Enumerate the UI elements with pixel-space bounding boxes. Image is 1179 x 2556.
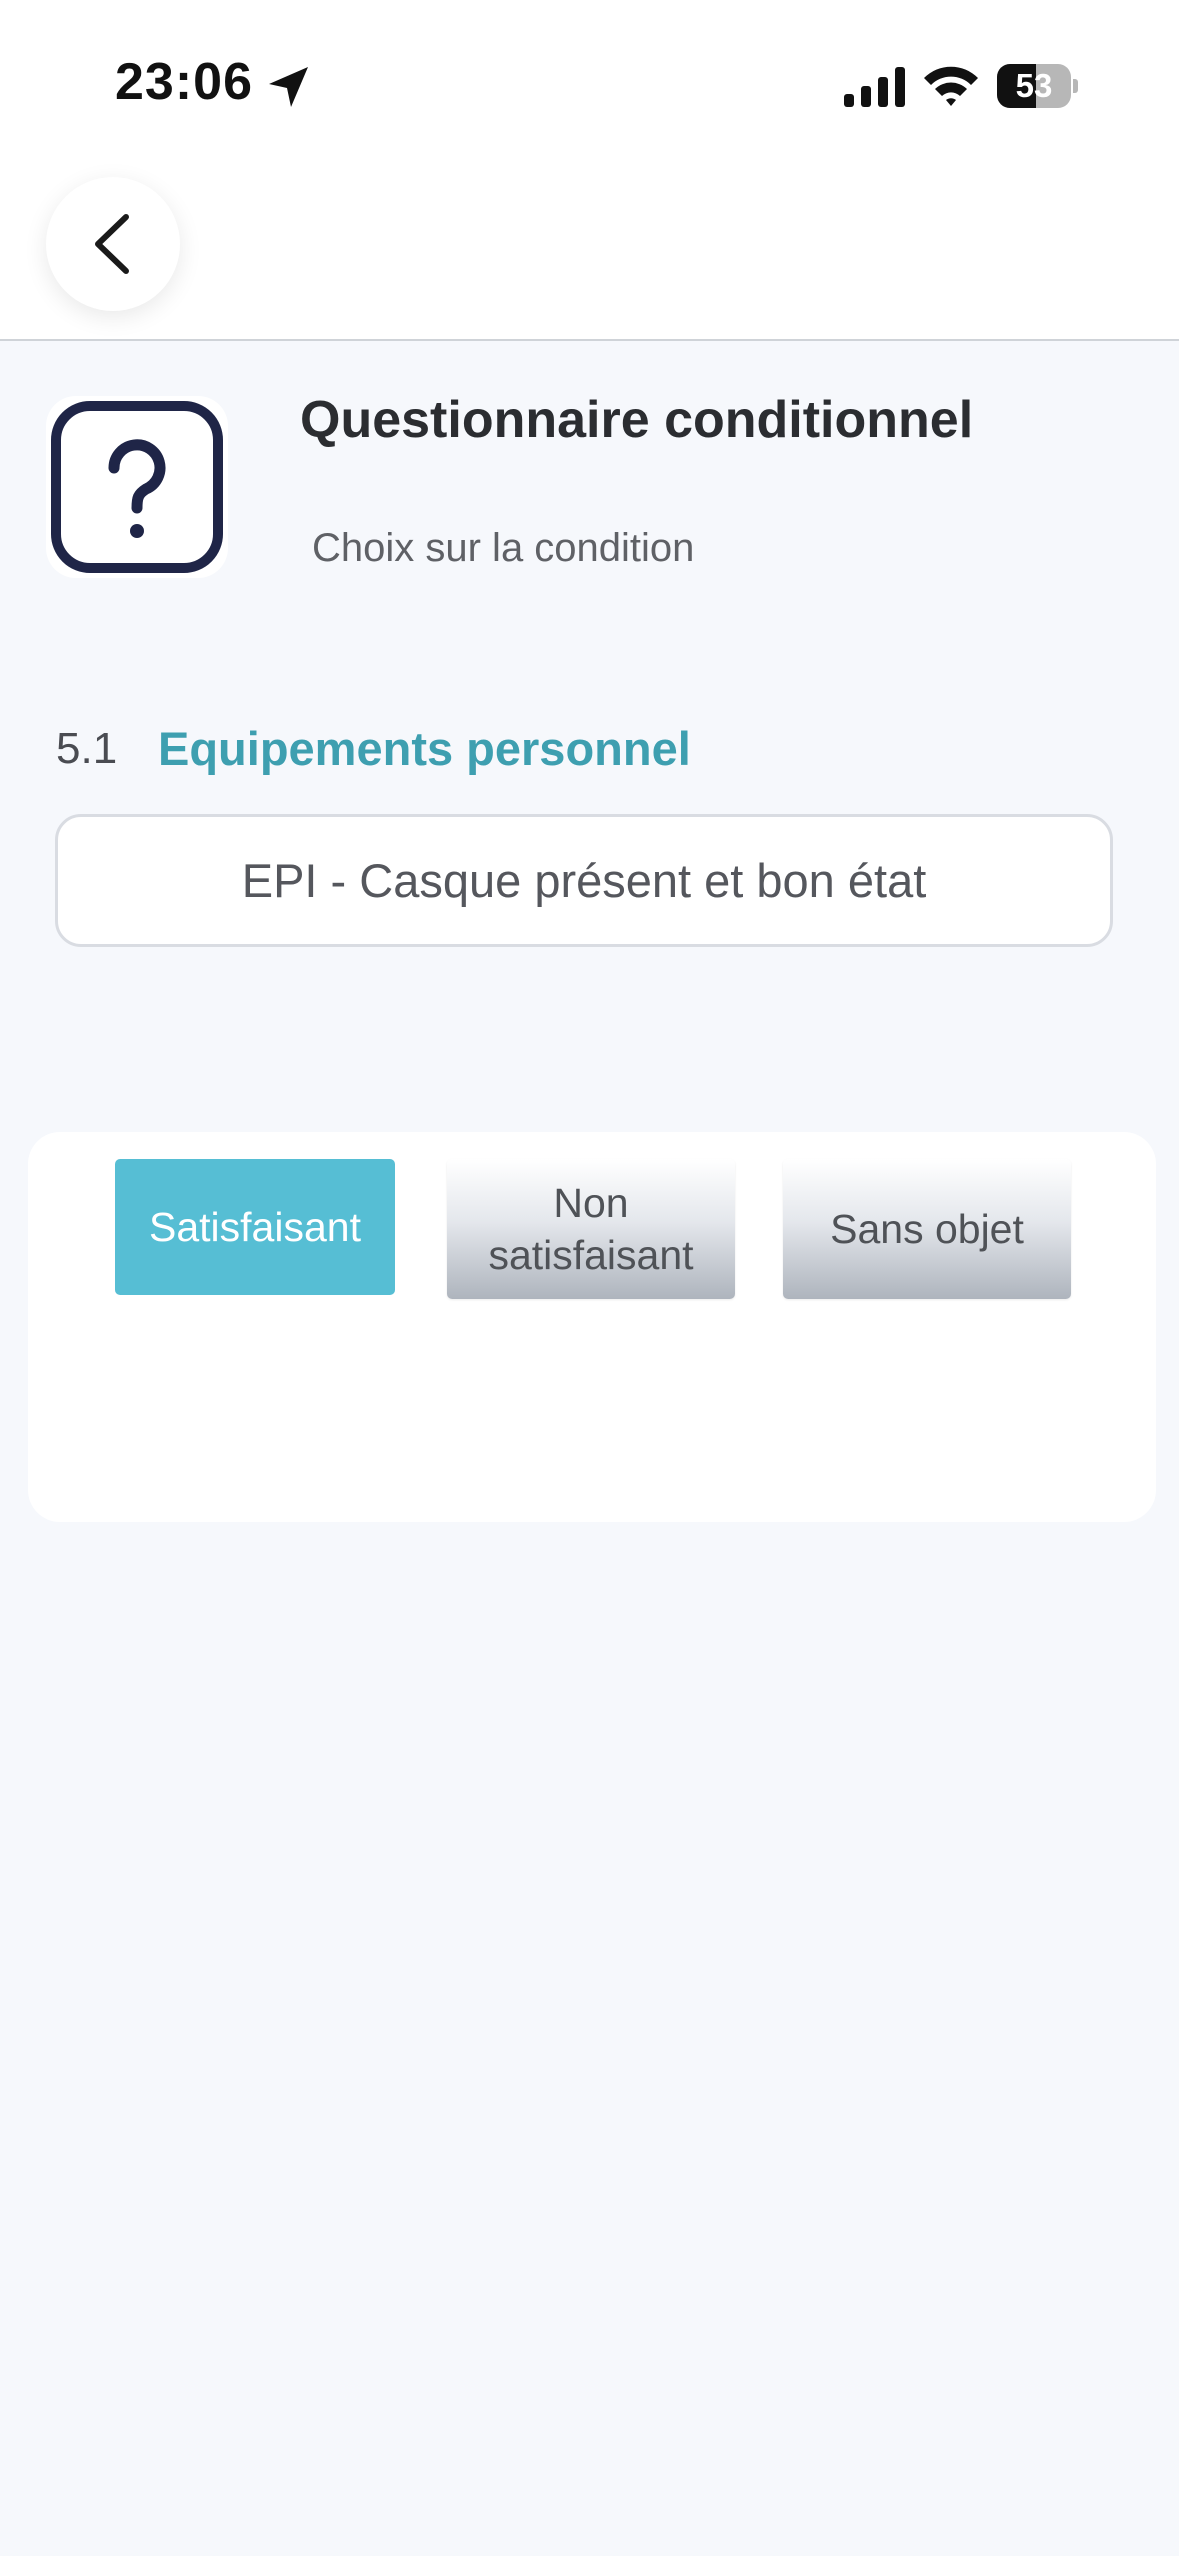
back-button[interactable] (46, 177, 180, 311)
question-text-box: EPI - Casque présent et bon état (55, 814, 1113, 947)
status-time: 23:06 (115, 53, 253, 111)
section-number: 5.1 (56, 724, 118, 773)
page-subtitle: Choix sur la condition (312, 526, 695, 570)
chevron-left-icon (95, 214, 129, 274)
option-satisfaisant-button[interactable]: Satisfaisant (115, 1159, 395, 1295)
question-mark-icon (46, 396, 228, 578)
page-title: Questionnaire conditionnel (300, 391, 974, 449)
battery-level: 53 (1015, 67, 1053, 104)
option-sans-objet-button[interactable]: Sans objet (783, 1159, 1071, 1299)
battery-icon: 53 (997, 64, 1078, 108)
cellular-signal-icon (844, 67, 905, 107)
option-non-satisfaisant-button[interactable]: Non satisfaisant (447, 1159, 735, 1299)
location-arrow-icon (269, 67, 308, 107)
wifi-icon (924, 66, 978, 106)
top-bar: 23:06 53 (0, 0, 1179, 341)
section-title: Equipements personnel (158, 722, 691, 775)
